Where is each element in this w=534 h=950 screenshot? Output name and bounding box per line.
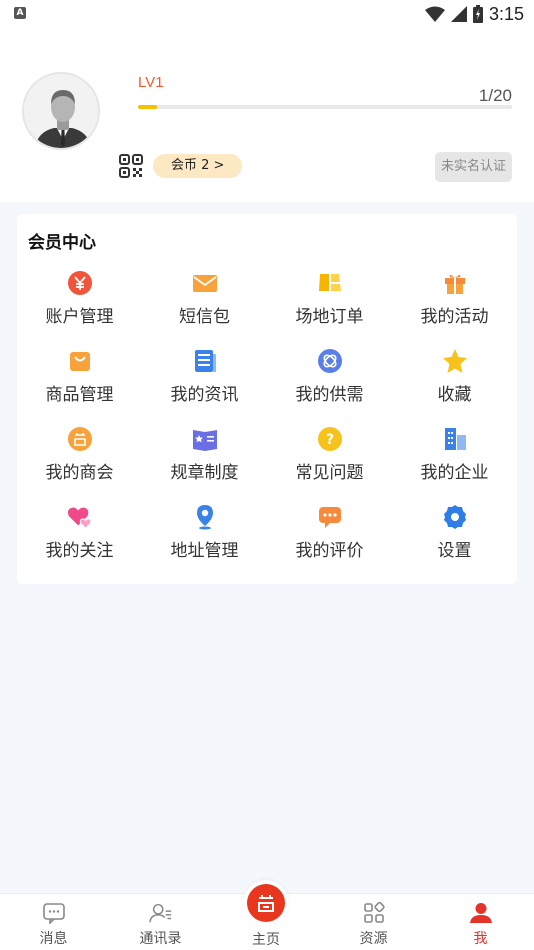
- battery-icon: [472, 5, 483, 23]
- menu-venue-orders[interactable]: 场地订单: [267, 270, 392, 348]
- bottom-tab-bar: 消息 通讯录 主页 资源 我: [0, 880, 534, 950]
- menu-rules[interactable]: 规章制度: [142, 426, 267, 504]
- menu-label: 常见问题: [295, 463, 364, 483]
- tab-label: 资源: [359, 931, 388, 947]
- envelope-icon: [192, 270, 218, 296]
- question-icon: ?: [317, 426, 343, 452]
- tab-me[interactable]: 我: [427, 894, 534, 950]
- notification-badge-icon: A: [14, 7, 26, 19]
- star-icon: [442, 348, 468, 374]
- tab-label: 通讯录: [139, 931, 182, 947]
- menu-label: 商品管理: [45, 385, 114, 405]
- building-icon: [442, 426, 468, 452]
- menu-label: 我的评价: [295, 541, 364, 561]
- menu-label: 我的活动: [420, 307, 489, 327]
- profile-header: LV1 1/20 会币 2 > 未实名认证: [0, 30, 534, 202]
- level-progress-count: 1/20: [478, 86, 512, 105]
- menu-favorites[interactable]: 收藏: [392, 348, 517, 426]
- menu-label: 我的企业: [420, 463, 489, 483]
- tab-label: 消息: [39, 931, 68, 947]
- menu-supply-demand[interactable]: 我的供需: [267, 348, 392, 426]
- news-icon: [192, 348, 218, 374]
- menu-label: 我的资讯: [170, 385, 239, 405]
- tab-resources[interactable]: 资源: [320, 894, 427, 950]
- member-level: LV1: [138, 74, 164, 91]
- chamber-icon: [67, 426, 93, 452]
- menu-my-company[interactable]: 我的企业: [392, 426, 517, 504]
- menu-my-reviews[interactable]: 我的评价: [267, 504, 392, 582]
- menu-my-activities[interactable]: 我的活动: [392, 270, 517, 348]
- menu-product-management[interactable]: 商品管理: [17, 348, 142, 426]
- message-icon: [42, 901, 66, 925]
- location-pin-icon: [192, 504, 218, 530]
- coins-button[interactable]: 会币 2 >: [153, 154, 243, 178]
- qr-code-icon[interactable]: [119, 154, 143, 178]
- avatar[interactable]: [22, 72, 100, 150]
- menu-label: 我的关注: [45, 541, 114, 561]
- menu-label: 我的供需: [295, 385, 364, 405]
- person-icon: [469, 901, 493, 925]
- yen-icon: [67, 270, 93, 296]
- menu-label: 规章制度: [170, 463, 239, 483]
- menu-account-management[interactable]: 账户管理: [17, 270, 142, 348]
- grid-icon: [362, 901, 386, 925]
- menu-label: 账户管理: [45, 307, 114, 327]
- gift-icon: [442, 270, 468, 296]
- comment-icon: [317, 504, 343, 530]
- menu-label: 短信包: [179, 307, 230, 327]
- user-portrait-icon: [24, 74, 98, 148]
- wifi-icon: [424, 6, 445, 22]
- tab-label: 我: [473, 931, 488, 947]
- menu-my-news[interactable]: 我的资讯: [142, 348, 267, 426]
- menu-settings[interactable]: 设置: [392, 504, 517, 582]
- venue-icon: [317, 270, 343, 296]
- exchange-icon: [317, 348, 343, 374]
- gear-icon: [442, 504, 468, 530]
- menu-sms-package[interactable]: 短信包: [142, 270, 267, 348]
- menu-label: 我的商会: [45, 463, 114, 483]
- menu-address-management[interactable]: 地址管理: [142, 504, 267, 582]
- level-progress-bar: [138, 105, 512, 109]
- tab-messages[interactable]: 消息: [0, 894, 107, 950]
- status-bar: A 3:15: [0, 0, 534, 30]
- hearts-icon: [67, 504, 93, 530]
- status-icons: 3:15: [424, 2, 524, 26]
- tab-home-label: 主页: [252, 932, 280, 948]
- member-center-card: 会员中心 账户管理 短信包 场地订单 我的活动 商品管理 我的资讯 我的供需 收…: [17, 214, 517, 584]
- level-progress-fill: [138, 105, 157, 109]
- menu-my-chamber[interactable]: 我的商会: [17, 426, 142, 504]
- member-center-title: 会员中心: [28, 233, 96, 253]
- tab-contacts[interactable]: 通讯录: [107, 894, 214, 950]
- verify-identity-button[interactable]: 未实名认证: [434, 152, 512, 182]
- rulebook-icon: [192, 426, 218, 452]
- menu-label: 地址管理: [170, 541, 239, 561]
- svg-text:?: ?: [325, 432, 333, 448]
- contacts-icon: [148, 901, 173, 925]
- menu-label: 设置: [437, 541, 472, 561]
- menu-label: 场地订单: [295, 307, 364, 327]
- member-center-grid: 账户管理 短信包 场地订单 我的活动 商品管理 我的资讯 我的供需 收藏 我的商…: [17, 270, 517, 582]
- menu-my-follows[interactable]: 我的关注: [17, 504, 142, 582]
- signal-icon: [450, 6, 467, 22]
- menu-label: 收藏: [437, 385, 472, 405]
- tab-home[interactable]: [243, 880, 289, 926]
- menu-faq[interactable]: ? 常见问题: [267, 426, 392, 504]
- clock: 3:15: [488, 3, 524, 24]
- shopping-bag-icon: [67, 348, 93, 374]
- home-icon: [247, 884, 285, 922]
